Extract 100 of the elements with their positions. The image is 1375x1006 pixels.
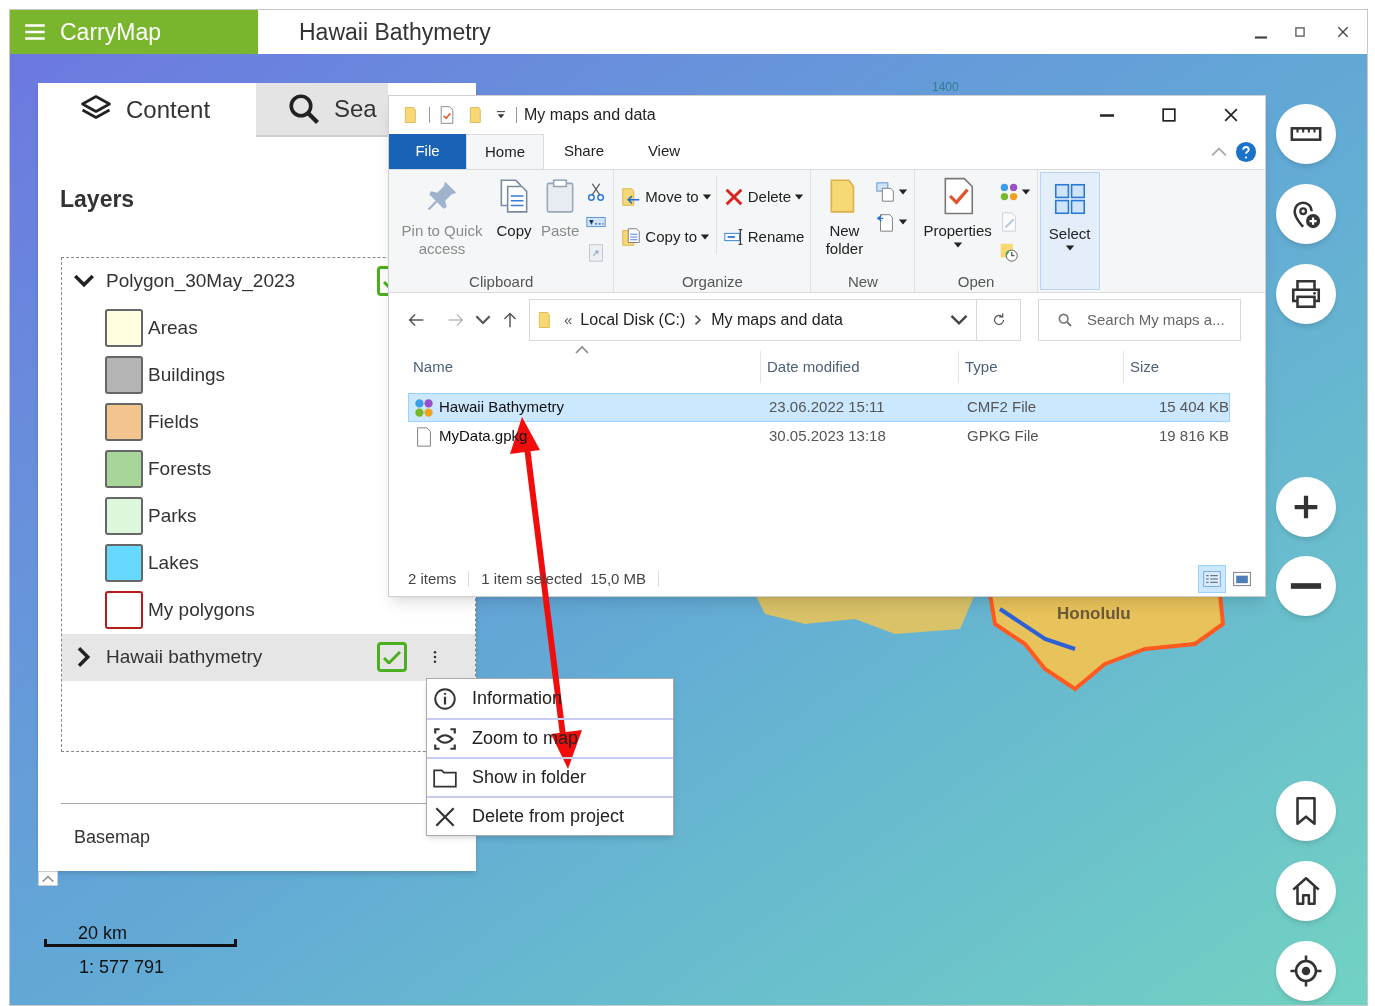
panel-tab[interactable]: Content: [38, 83, 256, 137]
list-icon: [1202, 569, 1222, 589]
info-icon: [432, 685, 458, 712]
visibility-checkbox[interactable]: [377, 642, 407, 672]
breadcrumb[interactable]: My maps and data: [711, 308, 843, 332]
rename-icon: [722, 226, 745, 248]
search-field[interactable]: Search My maps a...: [1038, 299, 1241, 341]
help-button[interactable]: [1235, 140, 1257, 163]
search-icon: [1057, 312, 1073, 328]
collapse-button[interactable]: [38, 871, 58, 886]
column-header[interactable]: Name: [407, 351, 761, 383]
details-view-button[interactable]: [1198, 565, 1226, 593]
menu-item[interactable]: Show in folder: [427, 757, 673, 796]
ribbon-tab[interactable]: Share: [544, 134, 624, 169]
ribbon-group-label: New: [847, 272, 878, 292]
search-placeholder: Search My maps a...: [1087, 309, 1225, 330]
place-label: Honolulu: [1057, 603, 1131, 625]
table-cell-text: GPKG File: [966, 426, 1040, 447]
caret-icon: [952, 240, 963, 250]
caret-icon: [1064, 243, 1075, 253]
caret-icon: [898, 217, 909, 227]
caret-icon: [1020, 187, 1031, 197]
column-header[interactable]: Size: [1124, 351, 1236, 383]
status-text: 2 items: [408, 568, 457, 589]
layer-row[interactable]: Hawaii bathymetry: [62, 633, 475, 681]
ribbon-button[interactable]: Select: [1046, 179, 1093, 253]
overflow-chevron[interactable]: «: [564, 308, 573, 332]
ribbon-button[interactable]: Move to: [620, 180, 712, 214]
layer-name: Hawaii bathymetry: [106, 644, 263, 669]
caret-icon: [794, 192, 805, 202]
legend-label: Lakes: [148, 550, 199, 575]
maximize-icon: [1159, 105, 1179, 125]
layer-name: Polygon_30May_2023: [106, 268, 296, 294]
menu-item[interactable]: Delete from project: [427, 796, 673, 835]
legend-label: Buildings: [148, 362, 226, 387]
maximize-button[interactable]: [1159, 105, 1179, 125]
print-button[interactable]: [1276, 264, 1336, 324]
table-cell-text: 15 404 KB: [1157, 397, 1229, 418]
scale-distance: 20 km: [78, 922, 128, 945]
legend-label: Parks: [148, 503, 197, 528]
crosshair-icon: [1289, 954, 1323, 988]
column-header[interactable]: Type: [959, 351, 1124, 383]
printer-icon: [1289, 277, 1323, 311]
legend-label: Fields: [148, 409, 199, 434]
contour-label: 1400: [932, 79, 959, 96]
map-background[interactable]: [10, 54, 1367, 1005]
minimize-icon: [1254, 36, 1268, 39]
panel-tab[interactable]: Sea: [256, 83, 388, 137]
table-cell-text: 23.06.2022 15:11: [768, 397, 886, 418]
ribbon-tab[interactable]: Home: [466, 134, 544, 169]
column-header[interactable]: Date modified: [761, 351, 959, 383]
window-title: Hawaii Bathymetry: [299, 17, 491, 47]
ribbon-button[interactable]: Rename: [722, 220, 805, 254]
minimize-icon: [1098, 113, 1116, 117]
ribbon-group-label: Open: [957, 272, 995, 292]
locate-button[interactable]: [1276, 941, 1336, 1001]
ribbon-button[interactable]: New folder: [817, 176, 872, 258]
image-icon: [1232, 569, 1252, 589]
ribbon-button[interactable]: Properties: [921, 176, 994, 250]
ribbon-button[interactable]: [875, 180, 909, 204]
color-dots-icon: [413, 396, 435, 419]
basemap-label: Basemap: [74, 825, 152, 849]
breadcrumb[interactable]: Local Disk (C:): [580, 308, 686, 332]
table-cell-text: 30.05.2023 13:18: [768, 426, 887, 447]
zoom-in-button[interactable]: [1276, 477, 1336, 537]
add-place-button[interactable]: [1276, 184, 1336, 244]
caret-icon: [701, 192, 712, 202]
explorer-title: My maps and data: [524, 105, 656, 125]
table-cell-text: 19 816 KB: [1157, 426, 1229, 447]
zoom-frame-icon: [432, 725, 458, 752]
home-button[interactable]: [1276, 861, 1336, 921]
ribbon-tab[interactable]: File: [389, 134, 466, 169]
scale-ratio: 1: 577 791: [79, 956, 165, 979]
status-text: 15,0 MB: [590, 568, 647, 589]
ribbon-group-label: Clipboard: [469, 272, 534, 292]
layers-heading: Layers: [60, 185, 135, 214]
ribbon-tab[interactable]: View: [624, 134, 704, 169]
legend-label: My polygons: [148, 597, 255, 622]
measure-button[interactable]: [1276, 104, 1336, 164]
legend-label: Forests: [148, 456, 212, 481]
address-bar[interactable]: « Local Disk (C:) My maps and data: [529, 299, 1021, 341]
file-row[interactable]: Hawaii Bathymetry 23.06.2022 15:11 CMF2 File 15 404 KB: [408, 393, 1230, 422]
check-icon: [383, 650, 401, 664]
legend-label: Areas: [148, 315, 198, 340]
caret-icon: [700, 232, 711, 242]
app-name: CarryMap: [60, 17, 161, 47]
ribbon-button[interactable]: Copy: [493, 176, 535, 240]
copy-folder-icon: [620, 226, 643, 248]
table-cell-text: CMF2 File: [966, 397, 1038, 418]
file-name: Hawaii Bathymetry: [439, 397, 565, 418]
help-icon: [1235, 140, 1257, 163]
zoom-out-button[interactable]: [1276, 556, 1336, 616]
bookmark-button[interactable]: [1276, 781, 1336, 841]
ribbon-button[interactable]: Delete: [722, 180, 805, 214]
maximize-icon: [1293, 25, 1307, 39]
caret-icon: [898, 187, 909, 197]
zoom-out-icon: [1289, 582, 1323, 590]
ribbon-group-label: Organize: [681, 272, 743, 292]
close-icon: [1335, 24, 1351, 40]
ribbon-button[interactable]: Copy to: [620, 220, 712, 254]
